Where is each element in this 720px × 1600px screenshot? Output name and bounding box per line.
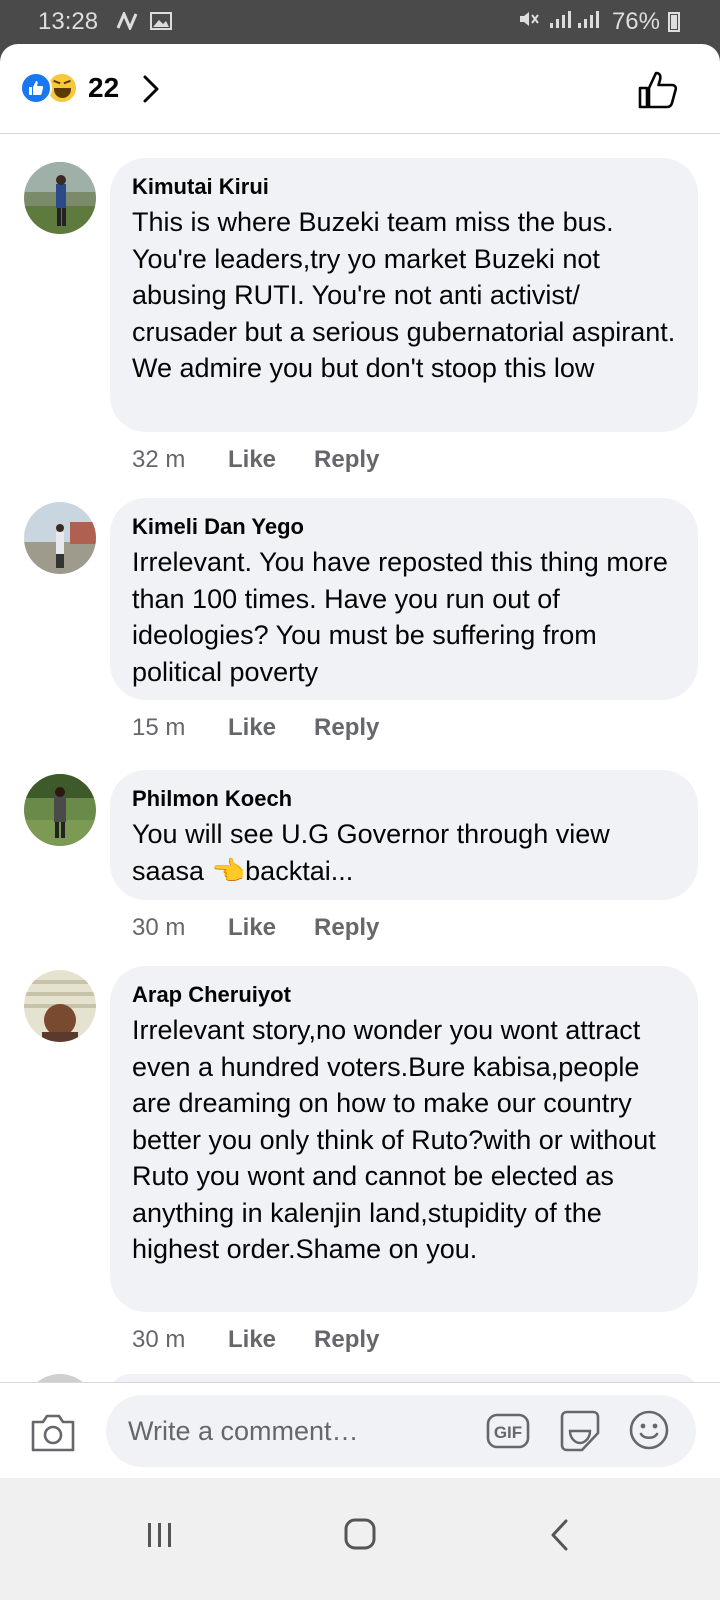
comment-time: 32 m — [132, 446, 186, 473]
like-comment-button[interactable]: Like — [228, 914, 276, 942]
comment-item: Kimutai Kirui This is where Buzeki team … — [0, 158, 720, 478]
reply-button[interactable]: Reply — [314, 914, 379, 942]
comment-bubble[interactable]: Arap Cheruiyot Irrelevant story,no wonde… — [110, 966, 698, 1312]
avatar[interactable] — [24, 502, 96, 574]
comment-bubble[interactable] — [110, 1374, 698, 1382]
comment-time: 30 m — [132, 914, 186, 941]
comment-author[interactable]: Kimeli Dan Yego — [132, 512, 676, 542]
comment-item: Arap Cheruiyot Irrelevant story,no wonde… — [0, 966, 720, 1366]
status-bar: 13:28 76% — [0, 0, 720, 44]
like-comment-button[interactable]: Like — [228, 1326, 276, 1354]
comment-text: This is where Buzeki team miss the bus. … — [132, 207, 676, 383]
signal-icon — [548, 8, 604, 36]
gif-icon[interactable]: GIF — [486, 1413, 530, 1449]
like-comment-button[interactable]: Like — [228, 714, 276, 742]
system-nav-bar — [0, 1478, 720, 1600]
comment-input[interactable] — [128, 1413, 448, 1449]
nfc-icon — [116, 9, 138, 37]
like-reaction-icon — [20, 72, 52, 104]
comment-time: 15 m — [132, 714, 186, 741]
avatar[interactable] — [24, 1374, 96, 1382]
comment-item — [0, 1374, 720, 1382]
recents-icon[interactable] — [145, 1520, 175, 1550]
home-icon[interactable] — [344, 1518, 376, 1550]
like-post-button[interactable] — [636, 68, 680, 112]
comment-composer: GIF — [0, 1382, 720, 1478]
avatar[interactable] — [24, 970, 96, 1042]
comment-text: Irrelevant. You have reposted this thing… — [132, 547, 668, 687]
sticker-icon[interactable] — [558, 1409, 602, 1453]
reply-button[interactable]: Reply — [314, 446, 379, 474]
comment-author[interactable]: Philmon Koech — [132, 784, 676, 814]
status-time: 13:28 — [38, 8, 99, 35]
comment-text: Irrelevant story,no wonder you wont attr… — [132, 1015, 656, 1264]
back-icon[interactable] — [548, 1518, 572, 1552]
comment-bubble[interactable]: Kimeli Dan Yego Irrelevant. You have rep… — [110, 498, 698, 700]
gallery-icon — [150, 9, 172, 37]
comment-text: You will see U.G Governor through view s… — [132, 819, 610, 886]
comment-time: 30 m — [132, 1326, 186, 1353]
mute-icon — [518, 8, 540, 36]
reaction-count[interactable]: 22 — [88, 72, 119, 104]
svg-text:GIF: GIF — [494, 1423, 522, 1442]
comment-author[interactable]: Kimutai Kirui — [132, 172, 676, 202]
reply-button[interactable]: Reply — [314, 1326, 379, 1354]
camera-icon[interactable] — [30, 1413, 76, 1453]
avatar[interactable] — [24, 162, 96, 234]
comment-item: Philmon Koech You will see U.G Governor … — [0, 770, 720, 956]
comment-bubble[interactable]: Philmon Koech You will see U.G Governor … — [110, 770, 698, 900]
emoji-icon[interactable] — [628, 1409, 670, 1451]
battery-percent: 76% — [611, 8, 660, 35]
avatar[interactable] — [24, 774, 96, 846]
chevron-right-icon[interactable] — [142, 74, 160, 109]
battery-icon — [668, 12, 680, 32]
comments-sheet: 22 Kimutai Kirui This is where Buzeki te… — [0, 44, 720, 1600]
comment-bubble[interactable]: Kimutai Kirui This is where Buzeki team … — [110, 158, 698, 432]
like-comment-button[interactable]: Like — [228, 446, 276, 474]
comment-item: Kimeli Dan Yego Irrelevant. You have rep… — [0, 498, 720, 748]
reply-button[interactable]: Reply — [314, 714, 379, 742]
reactions-bar[interactable]: 22 — [0, 44, 720, 134]
comment-author[interactable]: Arap Cheruiyot — [132, 980, 676, 1010]
comment-list[interactable]: Kimutai Kirui This is where Buzeki team … — [0, 134, 720, 1382]
